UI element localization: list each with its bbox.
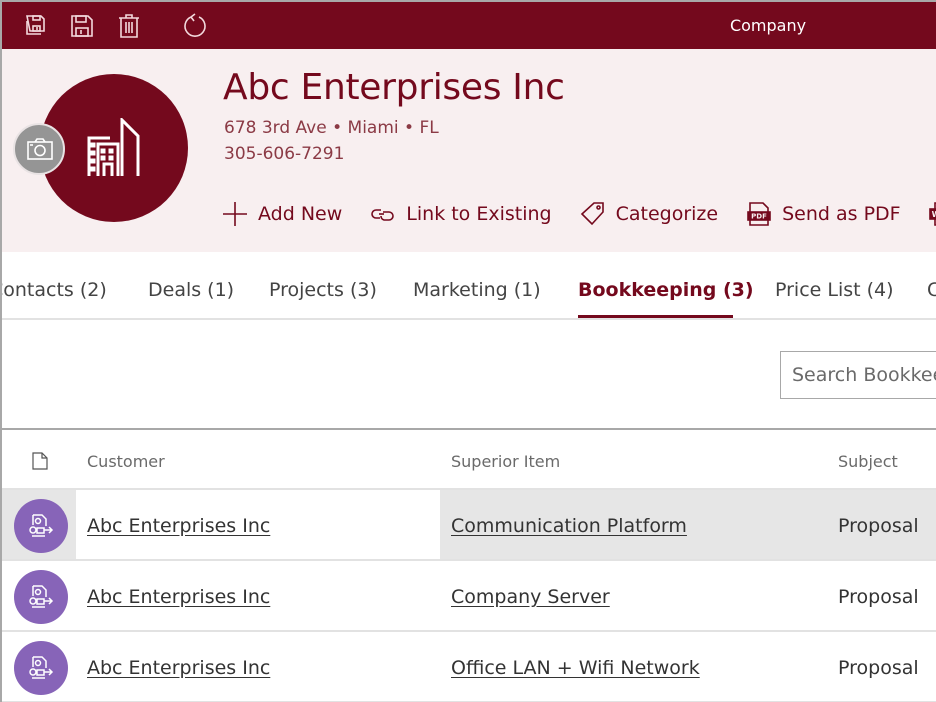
- add-new-button[interactable]: Add New: [222, 199, 342, 229]
- table-row[interactable]: Abc Enterprises Inc Communication Platfo…: [2, 490, 936, 561]
- send-as-pdf-button[interactable]: PDF Send as PDF: [746, 199, 901, 229]
- svg-text:PDF: PDF: [751, 213, 767, 221]
- add-new-label: Add New: [258, 203, 343, 225]
- bookkeeping-record-icon[interactable]: [14, 641, 68, 695]
- table-row[interactable]: Abc Enterprises Inc Office LAN + Wifi Ne…: [2, 632, 936, 702]
- tab-projects[interactable]: Projects (3): [269, 279, 377, 301]
- company-header: Abc Enterprises Inc 678 3rd Ave • Miami …: [2, 49, 936, 252]
- tab-overflow[interactable]: C: [927, 279, 936, 301]
- pdf-icon: PDF: [747, 202, 771, 226]
- search-input[interactable]: [780, 351, 936, 399]
- table-header: Customer Superior Item Subject: [2, 430, 936, 490]
- change-photo-button[interactable]: [13, 123, 65, 175]
- svg-text:W: W: [931, 210, 936, 219]
- customer-link[interactable]: Abc Enterprises Inc: [87, 657, 270, 679]
- app-window: Company Abc Enterprises Inc 678 3rd Ave …: [0, 0, 936, 702]
- tab-bar: Contacts (2) Deals (1) Projects (3) Mark…: [2, 252, 936, 320]
- top-toolbar: Company: [2, 2, 936, 49]
- link-icon: [371, 209, 395, 221]
- word-icon: W: [928, 202, 936, 226]
- link-to-existing-label: Link to Existing: [406, 203, 552, 225]
- company-phone[interactable]: 305-606-7291: [224, 144, 344, 164]
- tab-contacts[interactable]: Contacts (2): [2, 279, 107, 301]
- save-all-icon[interactable]: [22, 13, 48, 39]
- bookkeeping-record-icon[interactable]: [14, 570, 68, 624]
- column-header-customer[interactable]: Customer: [87, 452, 165, 471]
- building-icon: [87, 118, 140, 176]
- action-bar: Add New Link to Existing Categorize PDF …: [222, 199, 936, 229]
- subject-cell: Proposal: [838, 657, 919, 679]
- tag-icon: [580, 202, 604, 226]
- send-as-word-button[interactable]: W: [928, 199, 936, 229]
- active-tab-indicator: [578, 315, 733, 318]
- refresh-icon[interactable]: [182, 13, 208, 39]
- camera-icon: [27, 138, 53, 160]
- tab-marketing[interactable]: Marketing (1): [413, 279, 541, 301]
- company-name: Abc Enterprises Inc: [223, 67, 565, 108]
- customer-link[interactable]: Abc Enterprises Inc: [87, 515, 270, 537]
- send-as-pdf-label: Send as PDF: [782, 203, 901, 225]
- column-header-subject[interactable]: Subject: [838, 452, 898, 471]
- column-header-superior-item[interactable]: Superior Item: [451, 452, 560, 471]
- delete-icon[interactable]: [116, 13, 142, 39]
- table-row[interactable]: Abc Enterprises Inc Company Server Propo…: [2, 561, 936, 632]
- customer-link[interactable]: Abc Enterprises Inc: [87, 586, 270, 608]
- categorize-label: Categorize: [615, 203, 719, 225]
- superior-item-link[interactable]: Company Server: [451, 586, 610, 608]
- tab-bookkeeping[interactable]: Bookkeeping (3): [578, 279, 754, 301]
- link-to-existing-button[interactable]: Link to Existing: [370, 199, 552, 229]
- document-icon: [32, 452, 48, 470]
- plus-icon: [223, 202, 247, 226]
- company-address: 678 3rd Ave • Miami • FL: [224, 118, 439, 138]
- superior-item-link[interactable]: Office LAN + Wifi Network: [451, 657, 700, 679]
- save-icon[interactable]: [69, 13, 95, 39]
- subject-cell: Proposal: [838, 586, 919, 608]
- subject-cell: Proposal: [838, 515, 919, 537]
- superior-item-link[interactable]: Communication Platform: [451, 515, 687, 537]
- categorize-button[interactable]: Categorize: [580, 199, 719, 229]
- bookkeeping-record-icon[interactable]: [14, 499, 68, 553]
- tab-deals[interactable]: Deals (1): [148, 279, 234, 301]
- window-title: Company: [729, 16, 807, 35]
- tab-price-list[interactable]: Price List (4): [775, 279, 894, 301]
